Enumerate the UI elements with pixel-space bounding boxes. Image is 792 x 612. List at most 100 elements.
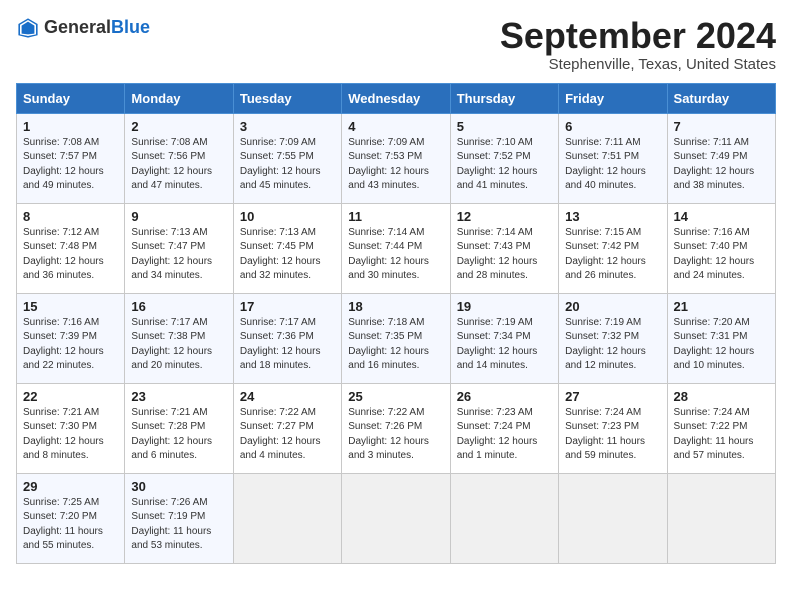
- day-info: Sunrise: 7:17 AM Sunset: 7:38 PM Dayligh…: [131, 316, 226, 374]
- calendar-week-row: 29 Sunrise: 7:25 AM Sunset: 7:20 PM Dayli…: [17, 473, 776, 563]
- table-row: 18Sunrise: 7:18 AM Sunset: 7:35 PM Dayli…: [342, 293, 450, 383]
- header-monday: Monday: [125, 83, 233, 113]
- header: GeneralBlue September 2024 Stephenville,…: [16, 16, 776, 73]
- logo: GeneralBlue: [16, 16, 150, 40]
- table-row: 20 Sunrise: 7:19 AM Sunset: 7:32 PM Dayli…: [559, 293, 667, 383]
- day-number: 7: [674, 119, 769, 134]
- day-info: Sunrise: 7:23 AM Sunset: 7:24 PM Dayligh…: [457, 406, 552, 464]
- header-sunday: Sunday: [17, 83, 125, 113]
- table-row: 24 Sunrise: 7:22 AM Sunset: 7:27 PM Dayli…: [233, 383, 341, 473]
- day-info: Sunrise: 7:08 AM Sunset: 7:56 PM Dayligh…: [131, 136, 226, 194]
- title-area: September 2024 Stephenville, Texas, Unit…: [500, 16, 776, 73]
- day-number: 1: [23, 119, 118, 134]
- day-number: 9: [131, 209, 226, 224]
- day-info: Sunrise: 7:16 AM Sunset: 7:40 PM Dayligh…: [674, 226, 769, 284]
- day-number: 24: [240, 389, 335, 404]
- table-row: 7 Sunrise: 7:11 AM Sunset: 7:49 PM Daylig…: [667, 113, 775, 203]
- day-number: 4: [348, 119, 443, 134]
- day-info: Sunrise: 7:22 AM Sunset: 7:26 PM Dayligh…: [348, 406, 443, 464]
- table-row: 15 Sunrise: 7:16 AM Sunset: 7:39 PM Dayli…: [17, 293, 125, 383]
- day-number: 13: [565, 209, 660, 224]
- table-row: [342, 473, 450, 563]
- table-row: 19Sunrise: 7:19 AM Sunset: 7:34 PM Dayli…: [450, 293, 558, 383]
- day-number: 5: [457, 119, 552, 134]
- table-row: 27 Sunrise: 7:24 AM Sunset: 7:23 PM Dayli…: [559, 383, 667, 473]
- day-number: 22: [23, 389, 118, 404]
- table-row: 17 Sunrise: 7:17 AM Sunset: 7:36 PM Dayli…: [233, 293, 341, 383]
- day-info: Sunrise: 7:14 AM Sunset: 7:43 PM Dayligh…: [457, 226, 552, 284]
- day-number: 17: [240, 299, 335, 314]
- header-wednesday: Wednesday: [342, 83, 450, 113]
- day-info: Sunrise: 7:20 AM Sunset: 7:31 PM Dayligh…: [674, 316, 769, 374]
- day-number: 25: [348, 389, 443, 404]
- table-row: 10 Sunrise: 7:13 AM Sunset: 7:45 PM Dayli…: [233, 203, 341, 293]
- table-row: 25 Sunrise: 7:22 AM Sunset: 7:26 PM Dayli…: [342, 383, 450, 473]
- calendar-week-row: 22 Sunrise: 7:21 AM Sunset: 7:30 PM Dayli…: [17, 383, 776, 473]
- day-info: Sunrise: 7:18 AM Sunset: 7:35 PM Dayligh…: [348, 316, 443, 374]
- day-info: Sunrise: 7:17 AM Sunset: 7:36 PM Dayligh…: [240, 316, 335, 374]
- day-info: Sunrise: 7:11 AM Sunset: 7:49 PM Dayligh…: [674, 136, 769, 194]
- table-row: 29 Sunrise: 7:25 AM Sunset: 7:20 PM Dayli…: [17, 473, 125, 563]
- day-number: 15: [23, 299, 118, 314]
- day-number: 21: [674, 299, 769, 314]
- table-row: 6 Sunrise: 7:11 AM Sunset: 7:51 PM Daylig…: [559, 113, 667, 203]
- day-number: 26: [457, 389, 552, 404]
- calendar-week-row: 15 Sunrise: 7:16 AM Sunset: 7:39 PM Dayli…: [17, 293, 776, 383]
- day-number: 2: [131, 119, 226, 134]
- day-number: 14: [674, 209, 769, 224]
- header-friday: Friday: [559, 83, 667, 113]
- day-info: Sunrise: 7:08 AM Sunset: 7:57 PM Dayligh…: [23, 136, 118, 194]
- day-number: 30: [131, 479, 226, 494]
- day-info: Sunrise: 7:16 AM Sunset: 7:39 PM Dayligh…: [23, 316, 118, 374]
- table-row: 13 Sunrise: 7:15 AM Sunset: 7:42 PM Dayli…: [559, 203, 667, 293]
- day-number: 23: [131, 389, 226, 404]
- day-info: Sunrise: 7:24 AM Sunset: 7:22 PM Dayligh…: [674, 406, 769, 464]
- day-info: Sunrise: 7:19 AM Sunset: 7:32 PM Dayligh…: [565, 316, 660, 374]
- day-number: 28: [674, 389, 769, 404]
- day-info: Sunrise: 7:13 AM Sunset: 7:47 PM Dayligh…: [131, 226, 226, 284]
- day-info: Sunrise: 7:14 AM Sunset: 7:44 PM Dayligh…: [348, 226, 443, 284]
- day-info: Sunrise: 7:19 AM Sunset: 7:34 PM Dayligh…: [457, 316, 552, 374]
- day-info: Sunrise: 7:13 AM Sunset: 7:45 PM Dayligh…: [240, 226, 335, 284]
- table-row: 1 Sunrise: 7:08 AM Sunset: 7:57 PM Daylig…: [17, 113, 125, 203]
- day-info: Sunrise: 7:11 AM Sunset: 7:51 PM Dayligh…: [565, 136, 660, 194]
- table-row: 4 Sunrise: 7:09 AM Sunset: 7:53 PM Daylig…: [342, 113, 450, 203]
- table-row: 16 Sunrise: 7:17 AM Sunset: 7:38 PM Dayli…: [125, 293, 233, 383]
- day-number: 20: [565, 299, 660, 314]
- weekday-header-row: Sunday Monday Tuesday Wednesday Thursday…: [17, 83, 776, 113]
- calendar-table: Sunday Monday Tuesday Wednesday Thursday…: [16, 83, 776, 564]
- day-info: Sunrise: 7:21 AM Sunset: 7:30 PM Dayligh…: [23, 406, 118, 464]
- table-row: 23 Sunrise: 7:21 AM Sunset: 7:28 PM Dayli…: [125, 383, 233, 473]
- header-thursday: Thursday: [450, 83, 558, 113]
- day-number: 3: [240, 119, 335, 134]
- day-number: 10: [240, 209, 335, 224]
- day-info: Sunrise: 7:25 AM Sunset: 7:20 PM Dayligh…: [23, 496, 118, 554]
- table-row: 8 Sunrise: 7:12 AM Sunset: 7:48 PM Daylig…: [17, 203, 125, 293]
- day-info: Sunrise: 7:12 AM Sunset: 7:48 PM Dayligh…: [23, 226, 118, 284]
- day-number: 16: [131, 299, 226, 314]
- day-info: Sunrise: 7:21 AM Sunset: 7:28 PM Dayligh…: [131, 406, 226, 464]
- day-number: 12: [457, 209, 552, 224]
- day-info: Sunrise: 7:09 AM Sunset: 7:55 PM Dayligh…: [240, 136, 335, 194]
- table-row: 14 Sunrise: 7:16 AM Sunset: 7:40 PM Dayli…: [667, 203, 775, 293]
- day-number: 8: [23, 209, 118, 224]
- day-number: 27: [565, 389, 660, 404]
- calendar-week-row: 8 Sunrise: 7:12 AM Sunset: 7:48 PM Daylig…: [17, 203, 776, 293]
- day-info: Sunrise: 7:15 AM Sunset: 7:42 PM Dayligh…: [565, 226, 660, 284]
- day-info: Sunrise: 7:26 AM Sunset: 7:19 PM Dayligh…: [131, 496, 226, 554]
- day-info: Sunrise: 7:09 AM Sunset: 7:53 PM Dayligh…: [348, 136, 443, 194]
- day-number: 29: [23, 479, 118, 494]
- logo-general: GeneralBlue: [44, 18, 150, 38]
- table-row: [450, 473, 558, 563]
- table-row: 30 Sunrise: 7:26 AM Sunset: 7:19 PM Dayli…: [125, 473, 233, 563]
- table-row: 11Sunrise: 7:14 AM Sunset: 7:44 PM Dayli…: [342, 203, 450, 293]
- header-saturday: Saturday: [667, 83, 775, 113]
- header-tuesday: Tuesday: [233, 83, 341, 113]
- table-row: 5Sunrise: 7:10 AM Sunset: 7:52 PM Daylig…: [450, 113, 558, 203]
- table-row: 22 Sunrise: 7:21 AM Sunset: 7:30 PM Dayli…: [17, 383, 125, 473]
- day-number: 6: [565, 119, 660, 134]
- table-row: 21 Sunrise: 7:20 AM Sunset: 7:31 PM Dayli…: [667, 293, 775, 383]
- day-info: Sunrise: 7:22 AM Sunset: 7:27 PM Dayligh…: [240, 406, 335, 464]
- table-row: 2 Sunrise: 7:08 AM Sunset: 7:56 PM Daylig…: [125, 113, 233, 203]
- day-info: Sunrise: 7:24 AM Sunset: 7:23 PM Dayligh…: [565, 406, 660, 464]
